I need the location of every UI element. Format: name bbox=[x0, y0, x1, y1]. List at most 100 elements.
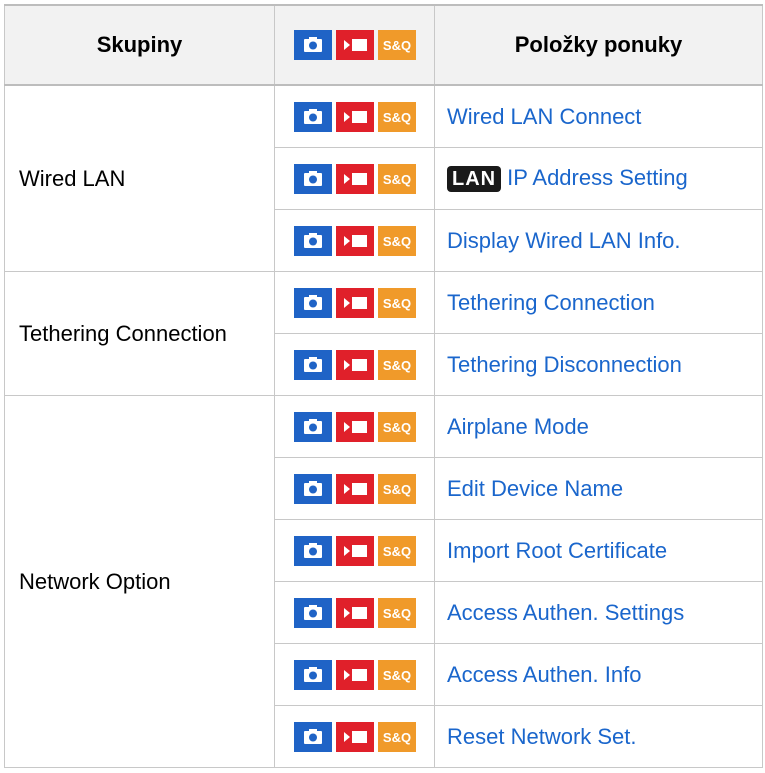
sq-mode-label: S&Q bbox=[382, 544, 410, 559]
menu-item-cell: Reset Network Set. bbox=[434, 705, 763, 768]
menu-item-cell: Wired LAN Connect bbox=[434, 84, 763, 148]
menu-item-cell: Display Wired LAN Info. bbox=[434, 209, 763, 272]
photo-mode-icon bbox=[293, 30, 332, 60]
movie-mode-icon bbox=[335, 163, 374, 194]
photo-mode-icon bbox=[293, 225, 332, 256]
menu-item-link[interactable]: Edit Device Name bbox=[447, 476, 623, 501]
movie-mode-icon bbox=[335, 721, 374, 752]
menu-item-cell: Airplane Mode bbox=[434, 395, 763, 458]
mode-icons: S&Q bbox=[293, 101, 416, 132]
menu-item-cell: Edit Device Name bbox=[434, 457, 763, 520]
mode-icons: S&Q bbox=[293, 225, 416, 256]
sq-mode-icon: S&Q bbox=[377, 225, 416, 256]
header-row: Skupiny S&Q Položky ponuky bbox=[4, 4, 763, 86]
menu-table: Skupiny S&Q Položky ponuky Wired LAN S&Q W… bbox=[4, 4, 763, 768]
photo-mode-icon bbox=[293, 659, 332, 690]
table-row: Network Option S&Q Airplane Mode bbox=[4, 395, 763, 768]
header-items: Položky ponuky bbox=[434, 4, 763, 86]
photo-mode-icon bbox=[293, 163, 332, 194]
mode-icons: S&Q bbox=[293, 659, 416, 690]
menu-item-cell: Access Authen. Info bbox=[434, 643, 763, 706]
movie-mode-icon bbox=[335, 101, 374, 132]
mode-icons: S&Q bbox=[293, 473, 416, 504]
menu-item-link[interactable]: Tethering Disconnection bbox=[447, 352, 682, 377]
sq-mode-icon: S&Q bbox=[377, 163, 416, 194]
movie-mode-icon bbox=[335, 30, 374, 60]
lan-badge-icon: LAN bbox=[447, 166, 502, 193]
movie-mode-icon bbox=[335, 225, 374, 256]
menu-item-link[interactable]: Display Wired LAN Info. bbox=[447, 228, 681, 253]
movie-mode-icon bbox=[335, 287, 374, 318]
sq-mode-icon: S&Q bbox=[377, 349, 416, 380]
menu-item-link[interactable]: Airplane Mode bbox=[447, 414, 589, 439]
photo-mode-icon bbox=[293, 101, 332, 132]
photo-mode-icon bbox=[293, 411, 332, 442]
sq-mode-label: S&Q bbox=[382, 110, 410, 125]
sq-mode-label: S&Q bbox=[382, 234, 410, 249]
mode-icons: S&Q bbox=[293, 535, 416, 566]
sq-mode-icon: S&Q bbox=[377, 30, 416, 60]
mode-icons-cell: S&Q bbox=[274, 581, 435, 644]
mode-icons: S&Q bbox=[293, 349, 416, 380]
menu-item-link[interactable]: Reset Network Set. bbox=[447, 724, 637, 749]
mode-icons: S&Q bbox=[293, 597, 416, 628]
mode-icons-cell: S&Q bbox=[274, 333, 435, 396]
photo-mode-icon bbox=[293, 473, 332, 504]
sq-mode-label: S&Q bbox=[382, 358, 410, 373]
menu-item-link[interactable]: Wired LAN Connect bbox=[447, 104, 641, 129]
movie-mode-icon bbox=[335, 473, 374, 504]
menu-item-link[interactable]: Access Authen. Info bbox=[447, 662, 641, 687]
mode-icons: S&Q bbox=[293, 30, 416, 60]
movie-mode-icon bbox=[335, 349, 374, 380]
sq-mode-label: S&Q bbox=[382, 420, 410, 435]
table-row: Wired LAN S&Q Wired LAN Connect bbox=[4, 84, 763, 272]
sq-mode-label: S&Q bbox=[382, 668, 410, 683]
sq-mode-label: S&Q bbox=[382, 730, 410, 745]
sq-mode-icon: S&Q bbox=[377, 597, 416, 628]
mode-icons-cell: S&Q bbox=[274, 147, 435, 210]
mode-icons-cell: S&Q bbox=[274, 395, 435, 458]
menu-item-cell: Tethering Disconnection bbox=[434, 333, 763, 396]
group-name: Network Option bbox=[4, 395, 275, 768]
mode-icons: S&Q bbox=[293, 163, 416, 194]
menu-item-link[interactable]: Access Authen. Settings bbox=[447, 600, 684, 625]
menu-item-cell: Tethering Connection bbox=[434, 271, 763, 334]
movie-mode-icon bbox=[335, 411, 374, 442]
sq-mode-icon: S&Q bbox=[377, 659, 416, 690]
group-name: Tethering Connection bbox=[4, 271, 275, 396]
mode-icons: S&Q bbox=[293, 287, 416, 318]
mode-icons: S&Q bbox=[293, 411, 416, 442]
photo-mode-icon bbox=[293, 349, 332, 380]
header-mode-icons: S&Q bbox=[274, 4, 435, 86]
photo-mode-icon bbox=[293, 535, 332, 566]
table-row: Tethering Connection S&Q Tethering Connect… bbox=[4, 271, 763, 396]
header-groups: Skupiny bbox=[4, 4, 275, 86]
mode-icons-cell: S&Q bbox=[274, 209, 435, 272]
sq-mode-icon: S&Q bbox=[377, 473, 416, 504]
menu-item-cell: Import Root Certificate bbox=[434, 519, 763, 582]
sq-mode-label: S&Q bbox=[382, 606, 410, 621]
sq-mode-icon: S&Q bbox=[377, 721, 416, 752]
movie-mode-icon bbox=[335, 535, 374, 566]
menu-table-container: Skupiny S&Q Položky ponuky Wired LAN S&Q W… bbox=[4, 4, 763, 768]
sq-mode-icon: S&Q bbox=[377, 287, 416, 318]
menu-item-link[interactable]: Import Root Certificate bbox=[447, 538, 667, 563]
menu-item-link[interactable]: IP Address Setting bbox=[507, 165, 688, 190]
mode-icons-cell: S&Q bbox=[274, 271, 435, 334]
menu-item-cell: LAN IP Address Setting bbox=[434, 147, 763, 210]
mode-icons-cell: S&Q bbox=[274, 457, 435, 520]
mode-icons: S&Q bbox=[293, 721, 416, 752]
sq-mode-label: S&Q bbox=[382, 38, 410, 53]
movie-mode-icon bbox=[335, 597, 374, 628]
sq-mode-label: S&Q bbox=[382, 482, 410, 497]
sq-mode-icon: S&Q bbox=[377, 535, 416, 566]
mode-icons-cell: S&Q bbox=[274, 84, 435, 148]
mode-icons-cell: S&Q bbox=[274, 519, 435, 582]
photo-mode-icon bbox=[293, 721, 332, 752]
movie-mode-icon bbox=[335, 659, 374, 690]
sq-mode-icon: S&Q bbox=[377, 411, 416, 442]
sq-mode-label: S&Q bbox=[382, 172, 410, 187]
menu-item-link[interactable]: Tethering Connection bbox=[447, 290, 655, 315]
mode-icons-cell: S&Q bbox=[274, 705, 435, 768]
sq-mode-icon: S&Q bbox=[377, 101, 416, 132]
